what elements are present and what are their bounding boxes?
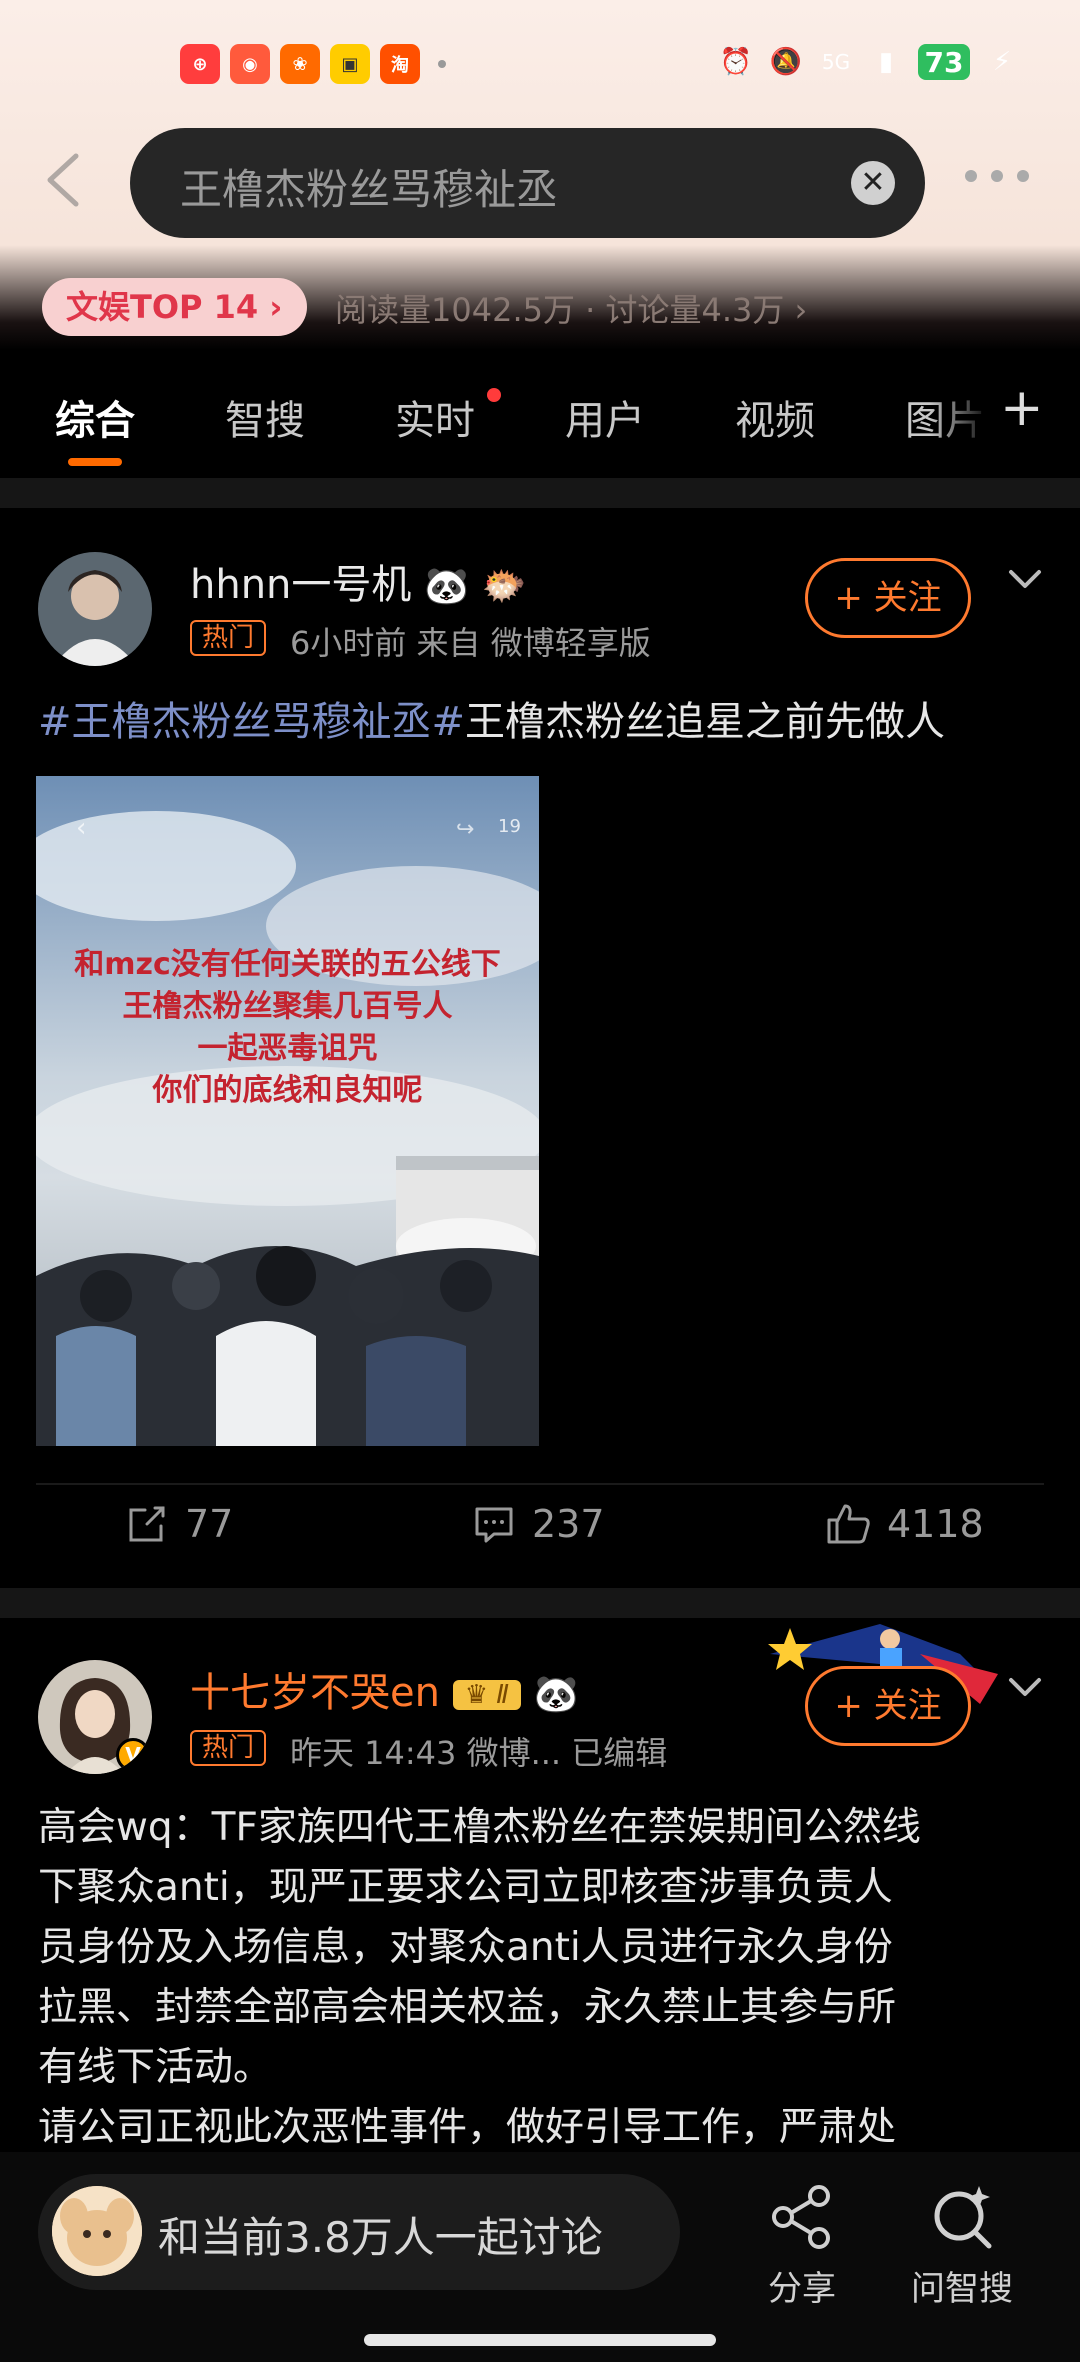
- chevron-down-icon[interactable]: [1005, 1668, 1045, 1708]
- video-thumbnail[interactable]: ‹ ↪ 和mzc没有任何关联的五公线下 王橹杰粉丝聚集几百号人 一起恶毒诅咒 你…: [36, 776, 539, 1446]
- post-text: #王橹杰粉丝骂穆祉丞#王橹杰粉丝追星之前先做人: [38, 692, 1048, 752]
- taobao-icon: 淘: [380, 44, 420, 84]
- caption-line: 你们的底线和良知呢: [152, 1073, 423, 1108]
- taobao-app-icon: ⊕: [180, 44, 220, 84]
- orange-app-icon: ❀: [280, 44, 320, 84]
- caption-line: 一起恶毒诅咒: [197, 1031, 378, 1066]
- comment-icon: [475, 1507, 513, 1543]
- tab-smart-search[interactable]: 智搜: [225, 388, 305, 446]
- video-caption: 和mzc没有任何关联的五公线下 王橹杰粉丝聚集几百号人 一起恶毒诅咒 你们的底线…: [36, 944, 539, 1112]
- post-text: 高会wq：TF家族四代王橹杰粉丝在禁娱期间公然线 下聚众anti，现严正要求公司…: [38, 1798, 1048, 2158]
- hashtag-link[interactable]: #王橹杰粉丝骂穆祉丞#: [38, 699, 465, 745]
- more-notifications-dot: [438, 60, 446, 68]
- share-button[interactable]: 分享: [742, 2182, 862, 2310]
- discussion-text: 和当前3.8万人一起讨论: [158, 2213, 603, 2262]
- post-text-line: 员身份及入场信息，对聚众anti人员进行永久身份: [38, 1925, 893, 1970]
- tab-realtime[interactable]: 实时: [395, 388, 475, 446]
- status-right: ⏰ 🔕 5G ▮ 73 ⚡: [718, 44, 1020, 80]
- share-icon: [772, 2185, 830, 2249]
- ask-smart-search-button[interactable]: 问智搜: [902, 2182, 1022, 2310]
- hot-tag: 热门: [190, 620, 267, 656]
- post-meta: 昨天 14:43 微博... 已编辑: [290, 1734, 668, 1772]
- post-text-line: 请公司正视此次恶性事件，做好引导工作，严肃处: [38, 2105, 897, 2150]
- hot-tag: 热门: [190, 1730, 267, 1766]
- signal-bars-icon: ▮: [878, 47, 894, 77]
- like-count: 4118: [887, 1502, 984, 1546]
- discussion-avatar: [52, 2186, 142, 2276]
- post-text-line: 有线下活动。: [38, 2045, 273, 2090]
- clear-search-button[interactable]: ✕: [851, 161, 895, 205]
- avatar[interactable]: V: [38, 1660, 152, 1774]
- post-action-bar: 77 237 4118: [0, 1480, 1080, 1580]
- post-text-line: 拉黑、封禁全部高会相关权益，永久禁止其参与所: [38, 1985, 897, 2030]
- caption-line: 王橹杰粉丝聚集几百号人: [122, 989, 453, 1024]
- ask-label: 问智搜: [911, 2269, 1013, 2309]
- share-label: 分享: [768, 2269, 836, 2309]
- chevron-down-icon[interactable]: [1005, 560, 1045, 600]
- post-card[interactable]: V 十七岁不哭en ♛ Ⅱ 🐼 热门 昨天 14:43 微博... 已编辑 + …: [0, 1618, 1080, 2152]
- repost-button[interactable]: 77: [125, 1502, 233, 1546]
- more-dot: [1017, 170, 1029, 182]
- alarm-icon: ⏰: [719, 47, 753, 77]
- search-tabs: 综合 智搜 实时 用户 视频 图片 +: [0, 350, 1080, 478]
- caption-line: 和mzc没有任何关联的五公线下: [74, 947, 501, 982]
- video-share-count: 19: [498, 816, 521, 837]
- join-discussion-button[interactable]: 和当前3.8万人一起讨论: [38, 2174, 680, 2290]
- verified-badge-icon: V: [116, 1738, 150, 1772]
- repost-count: 77: [185, 1502, 234, 1546]
- tab-comprehensive[interactable]: 综合: [55, 388, 135, 446]
- more-dot: [965, 170, 977, 182]
- post-meta: 6小时前 来自 微博轻享版: [290, 624, 651, 662]
- svg-text:‹: ‹: [76, 813, 86, 843]
- avatar[interactable]: [38, 552, 152, 666]
- like-button[interactable]: 4118: [825, 1502, 984, 1546]
- search-header: ⊕ ◉ ❀ ▣ 淘 ⏰ 🔕 5G ▮ 73 ⚡ 王橹杰粉丝骂穆祉丞 ✕ 文娱TO…: [0, 0, 1080, 350]
- follow-button[interactable]: + 关注: [805, 558, 971, 638]
- home-indicator[interactable]: [364, 2334, 716, 2346]
- fish-badge-icon: 🐡: [481, 566, 527, 607]
- search-query-text: 王橹杰粉丝骂穆祉丞: [180, 165, 559, 214]
- topic-stats[interactable]: 阅读量1042.5万 · 讨论量4.3万 ›: [335, 285, 807, 331]
- post-text-line: 下聚众anti，现严正要求公司立即核查涉事负责人: [38, 1865, 893, 1910]
- tab-videos[interactable]: 视频: [735, 388, 815, 446]
- back-arrow-icon[interactable]: [38, 150, 88, 210]
- section-divider: [0, 478, 1080, 508]
- search-input[interactable]: 王橹杰粉丝骂穆祉丞 ✕: [130, 128, 925, 238]
- notification-app-icons: ⊕ ◉ ❀ ▣ 淘: [180, 44, 446, 84]
- panda-badge-icon: 🐼: [533, 1674, 579, 1715]
- follow-button[interactable]: + 关注: [805, 1666, 971, 1746]
- more-dot: [991, 170, 1003, 182]
- active-tab-indicator: [68, 458, 122, 466]
- bottom-bar: 和当前3.8万人一起讨论 分享 问智搜: [0, 2152, 1080, 2362]
- topic-rank-badge[interactable]: 文娱TOP 14 ›: [42, 278, 307, 336]
- add-tab-button[interactable]: +: [1000, 378, 1044, 438]
- username-text: 十七岁不哭en: [190, 1670, 440, 1716]
- username-text: hhnn一号机: [190, 562, 412, 608]
- tab-users[interactable]: 用户: [565, 388, 645, 446]
- comment-button[interactable]: 237: [472, 1502, 605, 1546]
- signal-icon: 5G: [821, 50, 851, 74]
- realtime-new-dot: [487, 388, 501, 402]
- thumbs-up-icon: [827, 1504, 870, 1544]
- more-options-button[interactable]: [965, 170, 1029, 182]
- battery-indicator: 73: [918, 44, 970, 80]
- repost-icon: [129, 1506, 165, 1542]
- weibo-app-icon: ◉: [230, 44, 270, 84]
- tab-fade: [930, 370, 990, 460]
- comment-count: 237: [532, 1502, 605, 1546]
- post-text-line: 高会wq：TF家族四代王橹杰粉丝在禁娱期间公然线: [38, 1805, 921, 1850]
- post-text-body: 王橹杰粉丝追星之前先做人: [465, 699, 946, 745]
- yellow-app-icon: ▣: [330, 44, 370, 84]
- mute-icon: 🔕: [769, 47, 803, 77]
- post-username[interactable]: 十七岁不哭en ♛ Ⅱ 🐼: [190, 1660, 579, 1718]
- post-card[interactable]: hhnn一号机 🐼 🐡 热门 6小时前 来自 微博轻享版 + 关注 #王橹杰粉丝…: [0, 508, 1080, 1588]
- crown-level-badge-icon: ♛ Ⅱ: [452, 1680, 522, 1710]
- status-bar: ⊕ ◉ ❀ ▣ 淘 ⏰ 🔕 5G ▮ 73 ⚡: [0, 40, 1080, 92]
- weibo-search-page: ⊕ ◉ ❀ ▣ 淘 ⏰ 🔕 5G ▮ 73 ⚡ 王橹杰粉丝骂穆祉丞 ✕ 文娱TO…: [0, 0, 1080, 2362]
- smart-search-icon: [934, 2186, 992, 2249]
- charging-icon: ⚡: [992, 47, 1012, 77]
- post-username[interactable]: hhnn一号机 🐼 🐡: [190, 552, 527, 610]
- svg-text:↪: ↪: [456, 817, 474, 842]
- panda-badge-icon: 🐼: [424, 566, 469, 607]
